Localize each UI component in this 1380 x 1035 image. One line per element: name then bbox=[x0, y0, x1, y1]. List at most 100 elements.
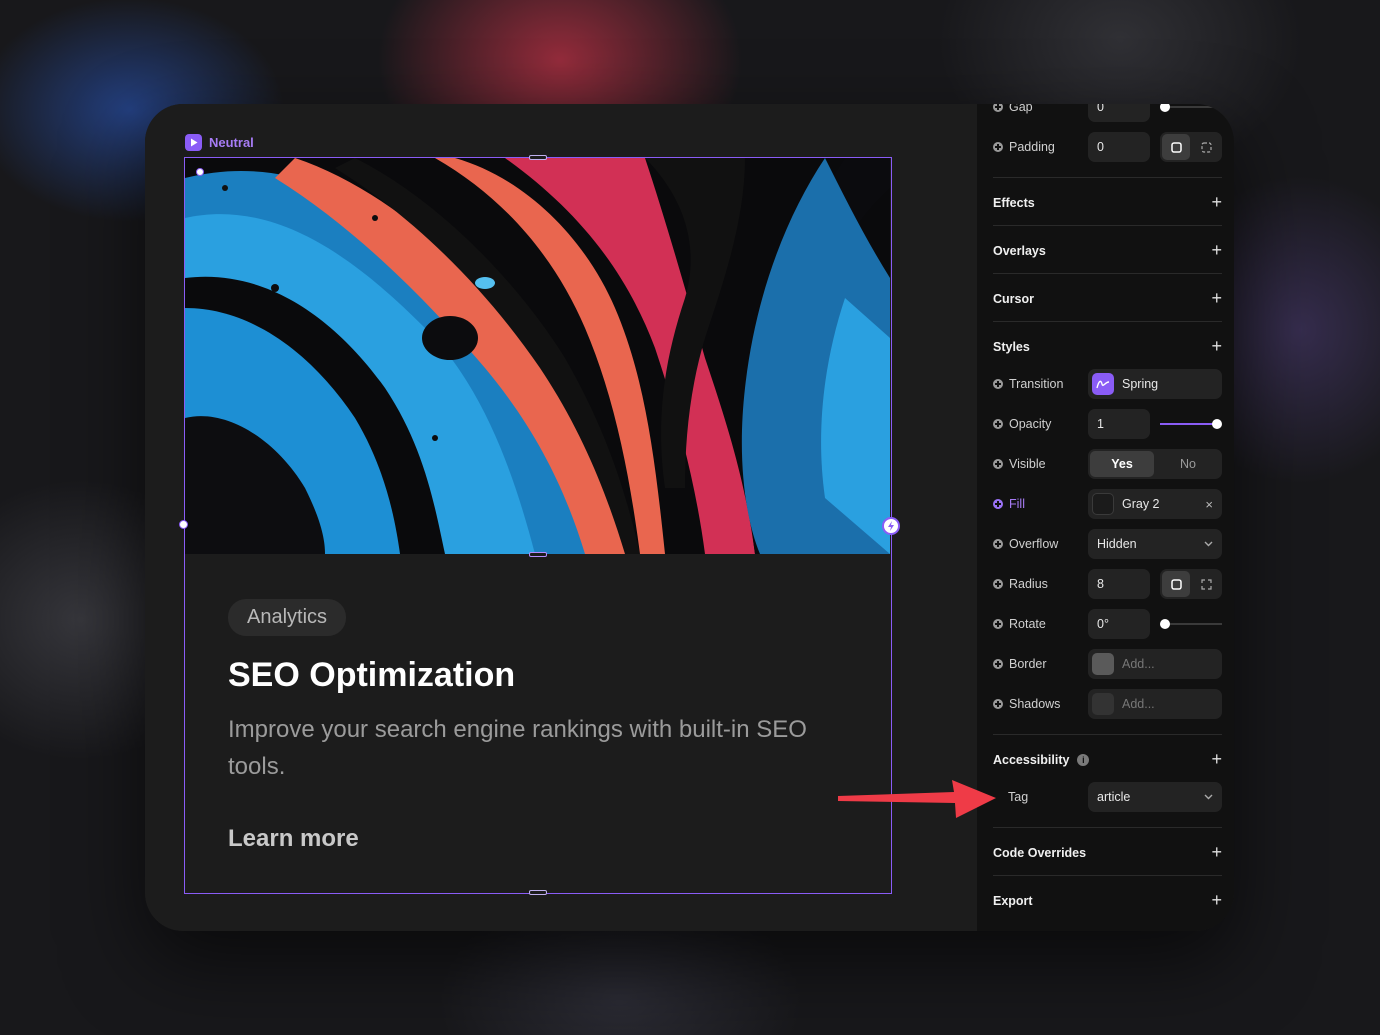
cursor-title: Cursor bbox=[993, 291, 1034, 306]
add-circle-icon bbox=[993, 142, 1003, 152]
visible-row: Visible Yes No bbox=[993, 449, 1222, 479]
tag-select[interactable]: article bbox=[1088, 782, 1222, 812]
radius-mode-toggle[interactable] bbox=[1160, 569, 1222, 599]
code-overrides-section[interactable]: Code Overrides + bbox=[993, 842, 1222, 863]
add-export-icon[interactable]: + bbox=[1211, 890, 1222, 911]
fill-value: Gray 2 bbox=[1122, 497, 1160, 511]
uniform-padding-icon[interactable] bbox=[1162, 134, 1190, 160]
export-section[interactable]: Export + bbox=[993, 890, 1222, 911]
opacity-input[interactable]: 1 bbox=[1088, 409, 1150, 439]
border-placeholder: Add... bbox=[1122, 657, 1155, 671]
category-badge: Analytics bbox=[228, 599, 347, 636]
editor-window: Neutral Analytics SEO Optimization Impro… bbox=[145, 104, 1234, 931]
rotate-slider-knob[interactable] bbox=[1160, 619, 1170, 629]
accessibility-title: Accessibility bbox=[993, 752, 1070, 767]
rotate-input[interactable]: 0° bbox=[1088, 609, 1150, 639]
overlays-section[interactable]: Overlays + bbox=[993, 240, 1222, 261]
overflow-value: Hidden bbox=[1097, 537, 1137, 551]
add-circle-icon bbox=[993, 619, 1003, 629]
border-label: Border bbox=[1009, 657, 1047, 671]
overflow-label: Overflow bbox=[1009, 537, 1059, 551]
add-circle-icon bbox=[993, 579, 1003, 589]
frame-label[interactable]: Neutral bbox=[185, 134, 254, 151]
accessibility-section[interactable]: Accessibility i + bbox=[993, 749, 1222, 770]
add-effects-icon[interactable]: + bbox=[1211, 192, 1222, 213]
effects-section[interactable]: Effects + bbox=[993, 192, 1222, 213]
add-overlays-icon[interactable]: + bbox=[1211, 240, 1222, 261]
add-styles-icon[interactable]: + bbox=[1211, 336, 1222, 357]
individual-padding-icon[interactable] bbox=[1192, 134, 1220, 160]
card-description: Improve your search engine rankings with… bbox=[228, 716, 807, 780]
corner-handle[interactable] bbox=[196, 168, 204, 176]
padding-mode-toggle[interactable] bbox=[1160, 132, 1222, 162]
individual-radius-icon[interactable] bbox=[1192, 571, 1220, 597]
tag-row: Tag article bbox=[993, 782, 1222, 812]
chevron-down-icon bbox=[1204, 538, 1213, 550]
export-title: Export bbox=[993, 893, 1033, 908]
visible-toggle[interactable]: Yes No bbox=[1088, 449, 1222, 479]
shadows-swatch bbox=[1092, 693, 1114, 715]
border-add-field[interactable]: Add... bbox=[1088, 649, 1222, 679]
divider bbox=[993, 734, 1222, 735]
add-circle-icon bbox=[993, 699, 1003, 709]
info-icon[interactable]: i bbox=[1077, 753, 1090, 766]
add-code-overrides-icon[interactable]: + bbox=[1211, 842, 1222, 863]
styles-section[interactable]: Styles + bbox=[993, 336, 1222, 357]
shadows-row: Shadows Add... bbox=[993, 689, 1222, 719]
cursor-section[interactable]: Cursor + bbox=[993, 288, 1222, 309]
overflow-select[interactable]: Hidden bbox=[1088, 529, 1222, 559]
uniform-radius-icon[interactable] bbox=[1162, 571, 1190, 597]
transition-label: Transition bbox=[1009, 377, 1064, 391]
radius-label: Radius bbox=[1009, 577, 1048, 591]
play-icon bbox=[185, 134, 202, 151]
divider bbox=[993, 875, 1222, 876]
resize-handle-bottom[interactable] bbox=[529, 890, 547, 895]
add-circle-icon bbox=[993, 419, 1003, 429]
visible-yes-option[interactable]: Yes bbox=[1090, 451, 1154, 477]
selected-card-frame[interactable]: Analytics SEO Optimization Improve your … bbox=[179, 155, 900, 895]
code-overrides-title: Code Overrides bbox=[993, 845, 1087, 860]
resize-handle-left[interactable] bbox=[179, 520, 188, 529]
learn-more-link[interactable]: Learn more bbox=[228, 825, 848, 853]
overflow-row: Overflow Hidden bbox=[993, 529, 1222, 559]
visible-label: Visible bbox=[1009, 457, 1046, 471]
resize-handle-top[interactable] bbox=[529, 155, 547, 160]
padding-input[interactable]: 0 bbox=[1088, 132, 1150, 162]
tag-label: Tag bbox=[1008, 790, 1029, 804]
card-title: SEO Optimization bbox=[228, 656, 516, 694]
add-cursor-icon[interactable]: + bbox=[1211, 288, 1222, 309]
add-circle-icon bbox=[993, 539, 1003, 549]
add-accessibility-icon[interactable]: + bbox=[1211, 749, 1222, 770]
add-circle-icon bbox=[993, 104, 1003, 112]
opacity-slider-knob[interactable] bbox=[1212, 419, 1222, 429]
fill-color-swatch[interactable] bbox=[1092, 493, 1114, 515]
fill-row: Fill Gray 2 × bbox=[993, 489, 1222, 519]
transition-row: Transition Spring bbox=[993, 369, 1222, 399]
abstract-fluid-image bbox=[185, 158, 890, 554]
opacity-slider[interactable] bbox=[1160, 423, 1216, 425]
padding-label: Padding bbox=[1009, 140, 1055, 154]
interaction-bolt-icon[interactable] bbox=[882, 517, 900, 535]
transition-select[interactable]: Spring bbox=[1088, 369, 1222, 399]
radius-row: Radius 8 bbox=[993, 569, 1222, 599]
border-row: Border Add... bbox=[993, 649, 1222, 679]
padding-row: Padding 0 bbox=[993, 132, 1222, 162]
divider bbox=[993, 273, 1222, 274]
radius-input[interactable]: 8 bbox=[1088, 569, 1150, 599]
gap-input[interactable]: 0 bbox=[1088, 104, 1150, 122]
styles-title: Styles bbox=[993, 339, 1030, 354]
clear-fill-icon[interactable]: × bbox=[1205, 497, 1213, 512]
fill-select[interactable]: Gray 2 × bbox=[1088, 489, 1222, 519]
shadows-label: Shadows bbox=[1009, 697, 1061, 711]
resize-handle-image-bottom[interactable] bbox=[529, 552, 547, 557]
fill-label: Fill bbox=[1009, 497, 1025, 511]
shadows-add-field[interactable]: Add... bbox=[1088, 689, 1222, 719]
opacity-label: Opacity bbox=[1009, 417, 1052, 431]
card-body: Analytics SEO Optimization Improve your … bbox=[228, 599, 848, 853]
divider bbox=[993, 177, 1222, 178]
divider bbox=[993, 827, 1222, 828]
frame-label-text: Neutral bbox=[209, 135, 254, 150]
gap-label: Gap bbox=[1009, 104, 1033, 114]
spring-curve-icon bbox=[1092, 373, 1114, 395]
visible-no-option[interactable]: No bbox=[1156, 451, 1220, 477]
